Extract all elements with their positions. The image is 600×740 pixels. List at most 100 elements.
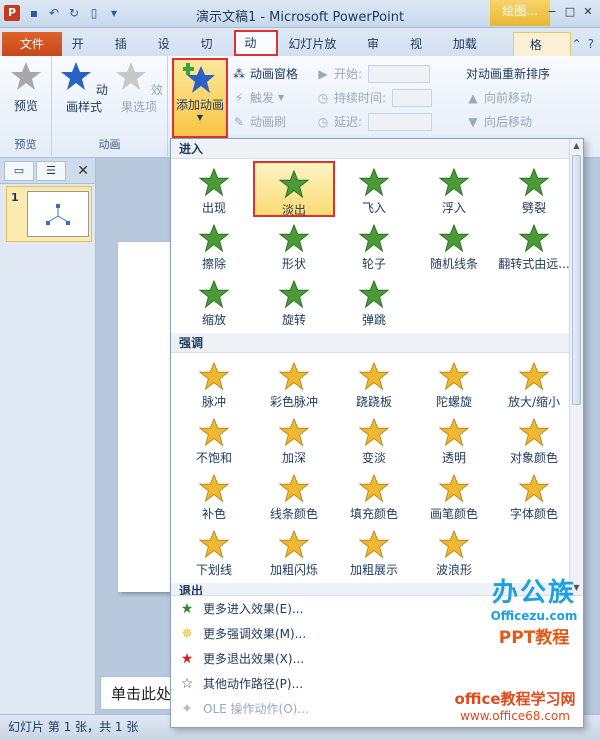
emphasis-effect-8[interactable]: 变淡 (333, 411, 415, 467)
emphasis-effect-18[interactable]: 加粗展示 (333, 523, 415, 579)
enter-effect-3[interactable]: 飞入 (333, 161, 415, 217)
slide-canvas[interactable] (118, 242, 178, 592)
tab-file[interactable]: 文件 (2, 32, 62, 56)
advanced-animation-group: ⁂ 动画窗格 ⚡ 触发 ▼ ✎ 动画刷 (232, 62, 298, 134)
scroll-thumb[interactable] (572, 155, 581, 405)
enter-effect-10[interactable]: 翻转式由远... (493, 217, 575, 273)
delay-label: 延迟: (334, 115, 363, 129)
emphasis-effect-10[interactable]: 对象颜色 (493, 411, 575, 467)
move-later-button[interactable]: ▼ 向后移动 (466, 110, 550, 134)
tab-addins[interactable]: 加载项 (444, 32, 498, 75)
slide-thumbnail (27, 191, 89, 237)
emphasis-effect-15[interactable]: 字体颜色 (493, 467, 575, 523)
outline-tab-icon[interactable]: ☰ (36, 160, 66, 181)
emphasis-effect-6[interactable]: 不饱和 (173, 411, 255, 467)
outline-star-icon: ☆ (180, 675, 194, 692)
delay-spinner[interactable] (368, 113, 433, 131)
duration-clock-icon: ◷ (317, 91, 329, 105)
add-animation-button[interactable]: 添加动画 ▼ (172, 58, 228, 138)
minimize-ribbon-icon[interactable]: ⌃ (572, 37, 582, 51)
tab-slideshow[interactable]: 幻灯片放映 (279, 32, 357, 75)
tab-insert[interactable]: 插入 (106, 32, 148, 75)
group-preview: 预览 预览 (0, 56, 52, 156)
emphasis-effect-12[interactable]: 线条颜色 (253, 467, 335, 523)
effect-star-icon (279, 473, 309, 503)
emphasis-effect-label: 画笔颜色 (429, 507, 478, 521)
tab-review[interactable]: 审阅 (358, 32, 400, 75)
enter-effect-13[interactable]: 弹跳 (333, 273, 415, 329)
minimize-icon[interactable]: − (544, 4, 560, 20)
emphasis-effect-1[interactable]: 脉冲 (173, 355, 255, 411)
effect-star-icon (519, 167, 549, 197)
enter-effect-label: 擦除 (201, 257, 226, 271)
emphasis-effect-3[interactable]: 跷跷板 (333, 355, 415, 411)
emphasis-effect-13[interactable]: 填充颜色 (333, 467, 415, 523)
more-emphasis-label: 更多强调效果(M)... (203, 627, 307, 641)
emphasis-effect-4[interactable]: 陀螺旋 (413, 355, 495, 411)
tab-view[interactable]: 视图 (401, 32, 443, 75)
add-animation-label: 添加动画 (175, 98, 224, 112)
tab-design[interactable]: 设计 (149, 32, 191, 75)
emphasis-effect-19[interactable]: 波浪形 (413, 523, 495, 579)
slide-thumbnail-item[interactable]: 1 (6, 186, 92, 242)
enter-effect-8[interactable]: 轮子 (333, 217, 415, 273)
enter-effect-11[interactable]: 缩放 (173, 273, 255, 329)
start-combo[interactable] (368, 65, 431, 83)
yellow-star-icon: ✵ (181, 625, 193, 642)
more-exit-effects[interactable]: ★ 更多退出效果(X)... (171, 646, 583, 671)
emphasis-effect-5[interactable]: 放大/缩小 (493, 355, 575, 411)
enter-effect-label: 弹跳 (361, 313, 386, 327)
tab-format[interactable]: 格式 (512, 32, 571, 76)
effect-options-button[interactable]: 效果选项 (112, 60, 166, 115)
add-animation-dropdown-icon: ▼ (196, 113, 204, 122)
start-control: ▶ 开始: (316, 62, 432, 86)
emphasis-effect-7[interactable]: 加深 (253, 411, 335, 467)
slides-tab-icon[interactable]: ▭ (4, 160, 34, 181)
move-earlier-button[interactable]: ▲ 向前移动 (466, 86, 550, 110)
enter-effect-4[interactable]: 浮入 (413, 161, 495, 217)
enter-effect-7[interactable]: 形状 (253, 217, 335, 273)
animation-pane-button[interactable]: ⁂ 动画窗格 (232, 62, 298, 86)
effect-star-icon (199, 473, 229, 503)
emphasis-effect-label: 加粗展示 (349, 563, 398, 577)
emphasis-effect-17[interactable]: 加粗闪烁 (253, 523, 335, 579)
emphasis-effect-11[interactable]: 补色 (173, 467, 255, 523)
emphasis-effect-label: 变淡 (361, 451, 386, 465)
animation-pane-label: 动画窗格 (250, 67, 299, 81)
animation-painter-button[interactable]: ✎ 动画刷 (232, 110, 298, 134)
ole-action-label: OLE 操作动作(O)... (203, 702, 309, 716)
notes-pane[interactable]: 单击此处添加备注 (100, 676, 180, 710)
emphasis-effect-16[interactable]: 下划线 (173, 523, 255, 579)
emphasis-effect-label: 放大/缩小 (507, 395, 561, 409)
emphasis-effect-2[interactable]: 彩色脉冲 (253, 355, 335, 411)
watermark-officezu: 办公族 Officezu.com PPT教程 (470, 572, 598, 648)
emphasis-effect-14[interactable]: 画笔颜色 (413, 467, 495, 523)
enter-effect-1[interactable]: 出现 (173, 161, 255, 217)
emphasis-effect-label: 字体颜色 (509, 507, 558, 521)
preview-button[interactable]: 预览 (6, 60, 46, 114)
effect-star-icon (199, 223, 229, 253)
enter-effect-6[interactable]: 擦除 (173, 217, 255, 273)
animation-styles-button[interactable]: 动画样式 (58, 60, 110, 115)
close-panel-icon[interactable]: ✕ (77, 163, 89, 179)
enter-effect-5[interactable]: 劈裂 (493, 161, 575, 217)
tab-animations[interactable]: 动画 (234, 30, 279, 74)
enter-effect-9[interactable]: 随机线条 (413, 217, 495, 273)
effect-star-icon (439, 361, 469, 391)
tab-home[interactable]: 开始 (63, 32, 105, 75)
delay-control: ◷ 延迟: (316, 110, 433, 134)
emphasis-effect-9[interactable]: 透明 (413, 411, 495, 467)
start-icon: ▶ (318, 67, 328, 81)
help-icon[interactable]: ? (588, 37, 594, 51)
duration-spinner[interactable] (392, 89, 433, 107)
close-icon[interactable]: ✕ (580, 4, 596, 20)
emphasis-effect-label: 陀螺旋 (435, 395, 472, 409)
enter-effect-12[interactable]: 旋转 (253, 273, 335, 329)
tab-transitions[interactable]: 切换 (192, 32, 234, 75)
trigger-button[interactable]: ⚡ 触发 ▼ (232, 86, 298, 110)
enter-effect-2[interactable]: 淡出 (253, 161, 335, 217)
scroll-up-icon[interactable]: ▲ (570, 139, 583, 153)
gallery-scrollbar[interactable]: ▲ ▼ (569, 139, 583, 595)
title-bar: P ▪ ↶ ↻ ▯ ▾ 演示文稿1 - Microsoft PowerPoint… (0, 0, 600, 28)
maximize-icon[interactable]: □ (562, 4, 578, 20)
